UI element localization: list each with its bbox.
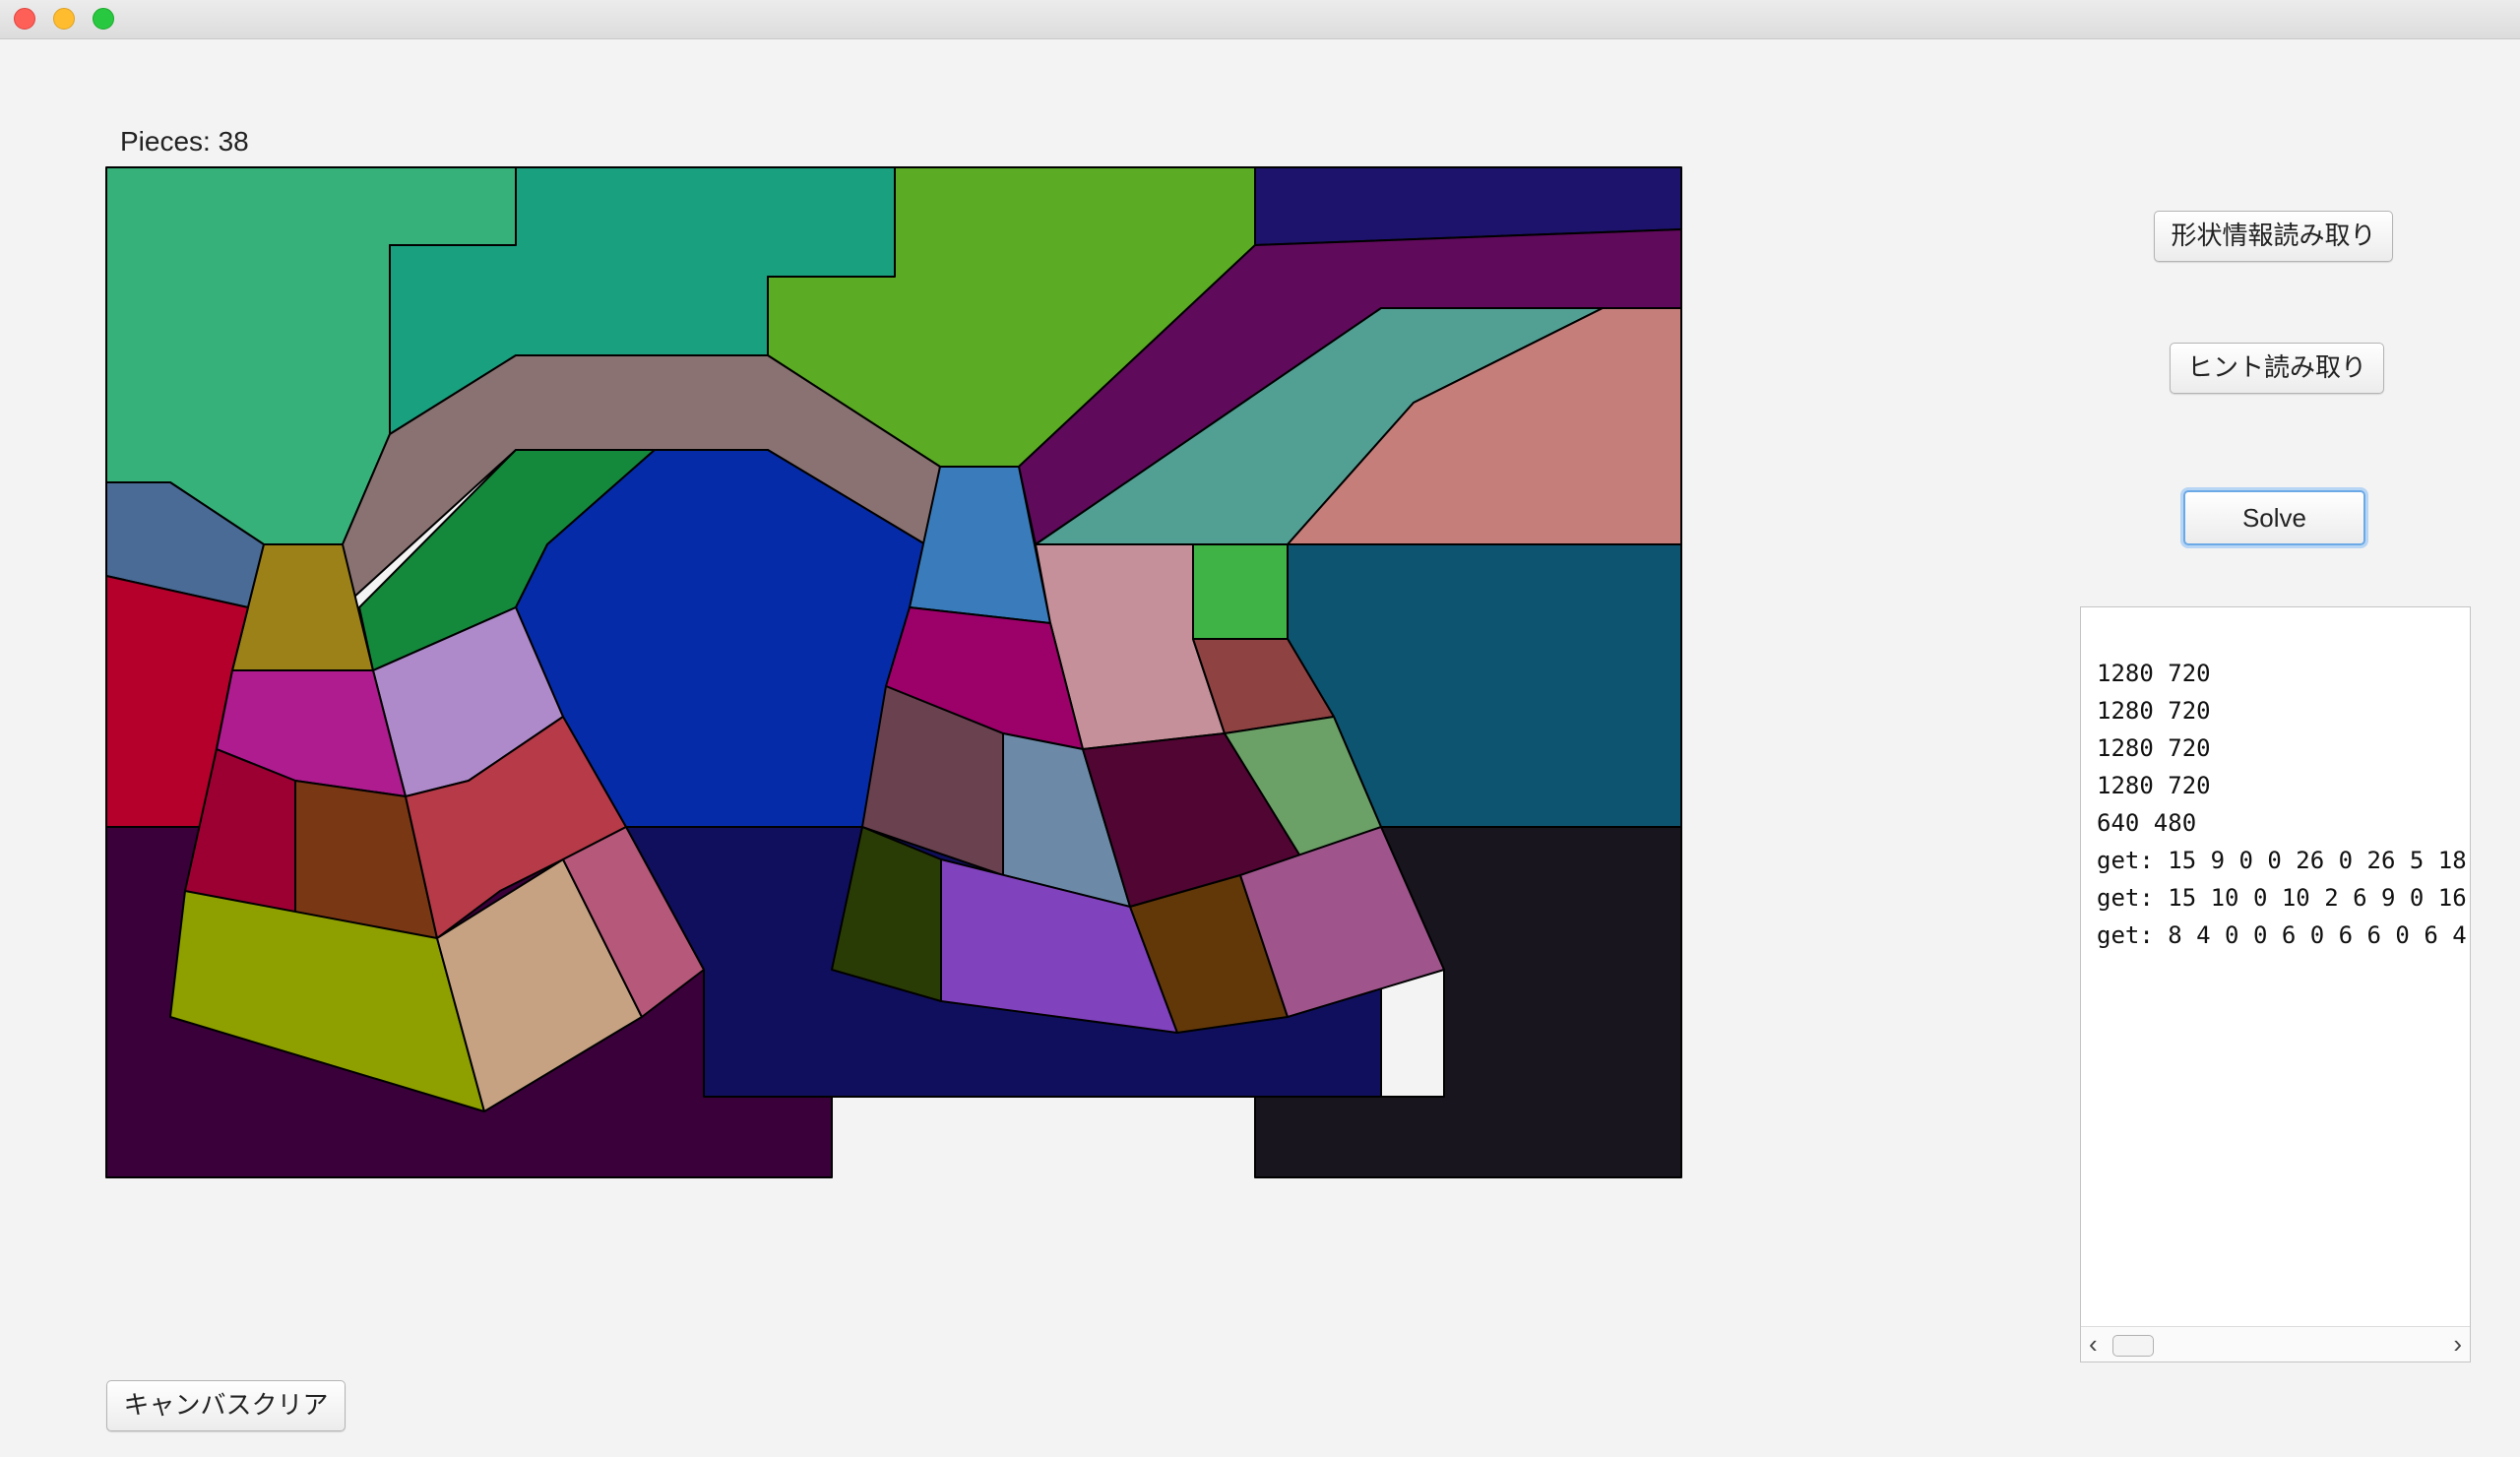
puzzle-piece[interactable] xyxy=(1192,543,1289,640)
log-line: 640 480 xyxy=(2097,809,2197,837)
log-line: get: 8 4 0 0 6 0 6 6 0 6 4 xyxy=(2097,921,2467,949)
solve-button[interactable]: Solve xyxy=(2183,490,2365,545)
log-line: 1280 720 xyxy=(2097,697,2211,725)
log-line: 1280 720 xyxy=(2097,772,2211,799)
log-line: 1280 720 xyxy=(2097,660,2211,687)
load-hint-button[interactable]: ヒント読み取り xyxy=(2170,343,2384,394)
log-line: 1280 720 xyxy=(2097,734,2211,762)
scroll-left-arrow-icon[interactable]: ‹ xyxy=(2089,1329,2098,1359)
scroll-right-arrow-icon[interactable]: › xyxy=(2453,1329,2462,1359)
scroll-thumb[interactable] xyxy=(2112,1335,2154,1357)
log-lines: 1280 720 1280 720 1280 720 1280 720 640 … xyxy=(2097,655,2470,954)
clear-canvas-button[interactable]: キャンバスクリア xyxy=(106,1380,346,1431)
log-line: get: 15 10 0 10 2 6 9 0 16 xyxy=(2097,884,2467,912)
log-output-area[interactable]: 1280 720 1280 720 1280 720 1280 720 640 … xyxy=(2080,606,2471,1362)
horizontal-scrollbar[interactable]: ‹ › xyxy=(2081,1326,2470,1362)
log-line: get: 15 9 0 0 26 0 26 5 18 xyxy=(2097,847,2467,874)
load-shape-button[interactable]: 形状情報読み取り xyxy=(2154,211,2393,262)
